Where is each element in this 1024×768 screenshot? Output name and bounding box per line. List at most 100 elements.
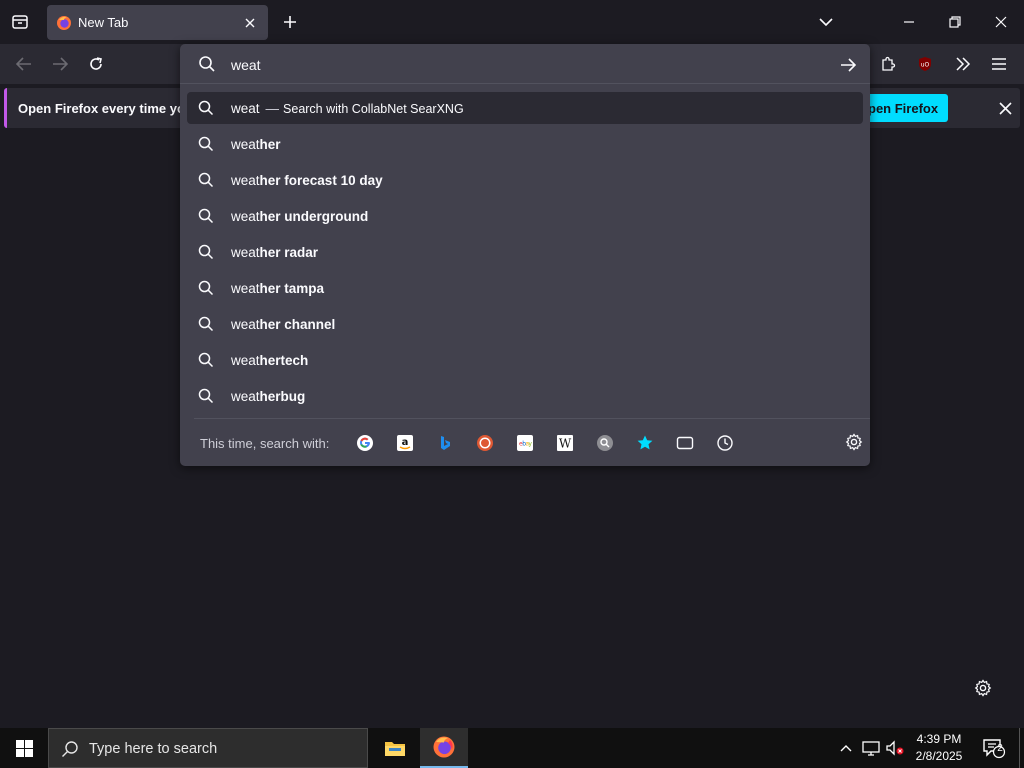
engine-duckduckgo[interactable] (475, 433, 495, 453)
new-tab-button[interactable] (276, 8, 304, 36)
search-icon (198, 388, 214, 409)
action-separator: — (265, 101, 280, 116)
search-suggestion-row[interactable]: weatherbug (187, 380, 863, 412)
go-button[interactable] (836, 53, 860, 77)
tab-new-tab[interactable]: New Tab (47, 5, 268, 40)
search-suggestion-row[interactable]: weather underground (187, 200, 863, 232)
notification-message: Open Firefox every time you (18, 100, 193, 116)
result-text: weather radar (231, 245, 318, 260)
tab-title: New Tab (78, 15, 129, 30)
typed-part: weat (231, 389, 260, 404)
engine-ebay[interactable]: ebay (515, 433, 535, 453)
forward-button[interactable] (47, 51, 73, 77)
address-bar[interactable]: weat (180, 44, 870, 84)
firefox-view-button[interactable] (6, 8, 34, 36)
engine-amazon[interactable]: a (395, 433, 415, 453)
open-firefox-button[interactable]: pen Firefox (859, 94, 948, 122)
customize-new-tab-button[interactable] (972, 677, 994, 699)
svg-text:uO: uO (921, 62, 930, 69)
clock-time: 4:39 PM (916, 732, 962, 746)
extensions-button[interactable] (875, 51, 901, 77)
result-text: weather channel (231, 317, 335, 332)
close-window-button[interactable] (987, 8, 1015, 36)
show-hidden-icons-button[interactable] (836, 728, 856, 768)
typed-part: weat (231, 317, 260, 332)
firefox-icon (433, 736, 455, 758)
result-text: weather forecast 10 day (231, 173, 383, 188)
close-icon (995, 16, 1007, 28)
taskbar-clock[interactable]: 4:39 PM 2/8/2025 (900, 731, 978, 765)
engine-bing[interactable] (435, 433, 455, 453)
bing-icon (441, 436, 450, 450)
engine-history[interactable] (715, 433, 735, 453)
suggestion-completion: her forecast 10 day (259, 173, 383, 188)
duckduckgo-icon (477, 435, 493, 451)
search-suggestion-row[interactable]: weather radar (187, 236, 863, 268)
taskbar-file-explorer[interactable] (371, 728, 419, 768)
search-suggestion-row[interactable]: weather channel (187, 308, 863, 340)
reload-icon (90, 57, 102, 70)
reload-button[interactable] (83, 51, 109, 77)
show-desktop-button[interactable] (1019, 728, 1020, 768)
search-suggestion-row[interactable]: weather tampa (187, 272, 863, 304)
search-icon (198, 172, 214, 193)
address-input[interactable]: weat (231, 57, 261, 73)
taskbar-search-placeholder: Type here to search (89, 741, 218, 757)
result-text: weat — Search with CollabNet SearXNG (231, 101, 464, 116)
app-menu-button[interactable] (986, 51, 1012, 77)
search-icon (198, 208, 214, 229)
action-center-button[interactable]: 2 (980, 728, 1008, 768)
engine-wikipedia[interactable]: W (555, 433, 575, 453)
clock-date: 2/8/2025 (915, 749, 963, 763)
suggestion-completion: herbug (259, 389, 306, 404)
search-suggestion-row[interactable]: weather forecast 10 day (187, 164, 863, 196)
search-icon (198, 280, 214, 301)
close-icon (998, 101, 1012, 115)
firefox-view-icon (12, 15, 28, 29)
result-text: weather (231, 137, 281, 152)
search-icon (198, 352, 214, 368)
google-icon (357, 435, 373, 451)
search-with-engine-result[interactable]: weat — Search with CollabNet SearXNG (187, 92, 863, 124)
puzzle-icon (882, 56, 896, 71)
minimize-icon (904, 21, 914, 23)
engine-searxng[interactable] (595, 433, 615, 453)
restore-icon (949, 16, 961, 28)
engine-google[interactable] (355, 433, 375, 453)
engine-tabs[interactable] (675, 433, 695, 453)
restore-button[interactable] (941, 8, 969, 36)
forward-arrow-icon (53, 57, 68, 71)
windows-taskbar: Type here to search 4:39 PM 2/8/2025 2 (0, 728, 1024, 768)
hamburger-icon (992, 58, 1006, 70)
ublock-origin-button[interactable]: uO (912, 51, 938, 77)
search-icon (198, 136, 214, 152)
notification-close-button[interactable] (993, 96, 1017, 120)
taskbar-firefox[interactable] (420, 728, 468, 768)
overflow-menu-button[interactable] (950, 51, 976, 77)
gear-icon (845, 433, 863, 451)
network-icon (862, 741, 880, 756)
suggestion-completion: her underground (259, 209, 369, 224)
search-suggestion-row[interactable]: weathertech (187, 344, 863, 376)
typed-part: weat (231, 245, 260, 260)
arrow-right-icon (841, 58, 856, 72)
back-button[interactable] (11, 51, 37, 77)
searxng-icon (597, 435, 613, 451)
taskbar-search-box[interactable]: Type here to search (48, 728, 368, 768)
result-text: weather underground (231, 209, 368, 224)
network-status-button[interactable] (860, 728, 882, 768)
typed-part: weat (231, 209, 260, 224)
chevron-up-icon (840, 745, 852, 752)
list-all-tabs-button[interactable] (812, 8, 840, 36)
tab-close-button[interactable] (240, 13, 260, 33)
suggestion-completion: her channel (259, 317, 336, 332)
typed-part: weat (231, 101, 260, 116)
typed-part: weat (231, 173, 260, 188)
result-action-text: Search with CollabNet SearXNG (283, 102, 464, 116)
search-settings-button[interactable] (845, 433, 865, 453)
minimize-button[interactable] (895, 8, 923, 36)
search-suggestion-row[interactable]: weather (187, 128, 863, 160)
search-icon (198, 316, 214, 337)
engine-bookmarks[interactable] (635, 433, 655, 453)
start-button[interactable] (0, 728, 48, 768)
